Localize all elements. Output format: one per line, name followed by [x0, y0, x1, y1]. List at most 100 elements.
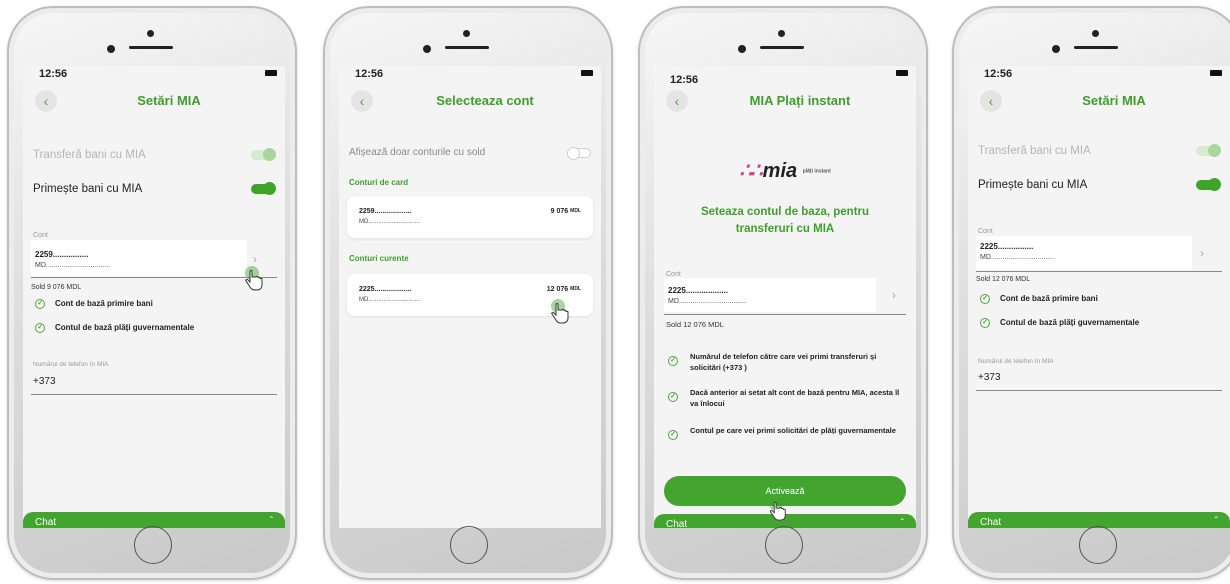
account-label: Cont	[666, 271, 681, 278]
toggle-row-receive: Primește bani cu MIA	[33, 180, 276, 200]
account-number: 2225...................	[668, 286, 729, 295]
check-circle-icon: ✓	[35, 299, 45, 309]
mia-logo: ∴∴ mia plăți instant	[654, 158, 916, 183]
check-row: ✓ Cont de bază primire bani	[35, 299, 153, 309]
hand-pointer-icon	[245, 266, 263, 291]
phone-frame-3: 12:56 ‹ MIA Plați instant ∴∴ mia plăți in…	[638, 6, 928, 580]
account-number: 2225...................	[359, 286, 412, 293]
sensor	[107, 45, 115, 53]
info-text: Dacă anterior ai setat alt cont de bază …	[690, 388, 900, 408]
check-row: ✓ Contul de bază plăți guvernamentale	[980, 318, 1139, 328]
check-circle-icon: ✓	[980, 294, 990, 304]
back-button[interactable]: ‹	[35, 90, 57, 112]
phone-underline	[31, 394, 277, 395]
check-row: ✓ Contul de bază plăți guvernamentale	[35, 323, 194, 333]
phone-label: Numărul de telefon în MIA	[978, 358, 1054, 365]
check-label: Contul de bază plăți guvernamentale	[55, 323, 195, 333]
section-card-accounts: Conturi de card	[349, 178, 409, 187]
check-circle-icon: ✓	[35, 323, 45, 333]
account-md: MD...............................	[359, 219, 421, 225]
front-camera	[147, 30, 154, 37]
phone-frame-2: 12:56 ‹ Selecteaza cont Afișează doar co…	[323, 6, 613, 580]
account-number: 2259...................	[359, 208, 412, 215]
back-button[interactable]: ‹	[666, 90, 688, 112]
logo-subtitle: plăți instant	[802, 168, 831, 175]
account-card[interactable]: 2259................... MD..............…	[347, 196, 593, 238]
check-label: Contul de bază plăți guvernamentale	[1000, 318, 1140, 328]
balance-value: 9 076	[550, 208, 569, 215]
transfer-toggle[interactable]	[1196, 144, 1221, 157]
toggle-knob	[263, 182, 276, 195]
status-time: 12:56	[670, 74, 699, 86]
phone-field[interactable]: +373	[33, 376, 56, 387]
chevron-right-icon[interactable]: ›	[1200, 246, 1204, 260]
chevron-up-icon: ˆ	[900, 518, 904, 528]
home-button[interactable]	[1079, 526, 1117, 564]
battery-icon	[581, 70, 593, 76]
account-balance: Sold 12 076 MDL	[976, 276, 1031, 283]
info-text: Numărul de telefon către care vei primi …	[690, 352, 877, 372]
sensor	[738, 45, 746, 53]
toggle-row-receive: Primește bani cu MIA	[978, 176, 1221, 196]
back-button[interactable]: ‹	[351, 90, 373, 112]
info-row: ✓ Numărul de telefon către care vei primi…	[668, 352, 904, 374]
check-circle-icon: ✓	[668, 392, 678, 402]
check-label: Cont de bază primire bani	[1000, 294, 1098, 304]
screen-mia-plati-instant: 12:56 ‹ MIA Plați instant ∴∴ mia plăți in…	[654, 66, 916, 528]
balance-currency: MDL	[570, 208, 581, 214]
account-balance: Sold 9 076 MDL	[31, 284, 82, 291]
page-title: Setări MIA	[137, 93, 201, 108]
speaker-grille	[760, 46, 804, 49]
screen-selecteaza-cont: 12:56 ‹ Selecteaza cont Afișează doar co…	[339, 66, 601, 528]
status-time: 12:56	[39, 68, 68, 80]
home-button[interactable]	[134, 526, 172, 564]
sensor	[423, 45, 431, 53]
headline: Seteaza contul de baza, pentru transferu…	[700, 206, 870, 235]
chevron-up-icon: ˆ	[1214, 516, 1218, 527]
account-underline	[976, 271, 1222, 272]
phone-frame-1: 12:56 ‹ Setări MIA Transferă bani cu MIA…	[7, 6, 297, 580]
toggle-row-filter: Afișează doar conturile cu sold	[349, 144, 591, 164]
phone-field[interactable]: +373	[978, 372, 1001, 383]
account-underline	[664, 314, 906, 315]
toggle-knob	[1208, 144, 1221, 157]
account-selector[interactable]	[664, 278, 876, 312]
info-row: ✓ Contul pe care vei primi solicitări de …	[668, 426, 904, 440]
account-label: Cont	[33, 232, 48, 239]
front-camera	[463, 30, 470, 37]
home-button[interactable]	[765, 526, 803, 564]
chat-label: Chat	[35, 517, 57, 528]
receive-toggle[interactable]	[1196, 178, 1221, 191]
front-camera	[778, 30, 785, 37]
toggle-label: Primește bani cu MIA	[978, 179, 1088, 191]
account-md: MD.................................	[980, 254, 1056, 261]
transfer-toggle[interactable]	[251, 148, 276, 161]
toggle-row-transfer: Transferă bani cu MIA	[978, 142, 1221, 162]
receive-toggle[interactable]	[251, 182, 276, 195]
chat-label: Chat	[666, 519, 688, 528]
check-row: ✓ Cont de bază primire bani	[980, 294, 1098, 304]
back-button[interactable]: ‹	[980, 90, 1002, 112]
chevron-right-icon[interactable]: ›	[253, 252, 257, 266]
toggle-label: Transferă bani cu MIA	[33, 149, 146, 161]
speaker-grille	[1074, 46, 1118, 49]
logo-dots: ∴∴	[739, 160, 762, 182]
balance-currency: MDL	[570, 286, 581, 292]
filter-toggle[interactable]	[567, 147, 591, 160]
home-button[interactable]	[450, 526, 488, 564]
toggle-label: Primește bani cu MIA	[33, 183, 143, 195]
check-label: Cont de bază primire bani	[55, 299, 153, 309]
account-md: MD...................................	[668, 298, 747, 305]
check-circle-icon: ✓	[668, 356, 678, 366]
status-time: 12:56	[355, 68, 384, 80]
phone-label: Numărul de telefon în MIA	[33, 361, 109, 368]
screen-setari-mia: 12:56 ‹ Setări MIA Transferă bani cu MIA…	[23, 66, 285, 528]
info-row: ✓ Dacă anterior ai setat alt cont de bază…	[668, 388, 904, 410]
battery-icon	[896, 70, 908, 76]
toggle-row-transfer: Transferă bani cu MIA	[33, 146, 276, 166]
hand-pointer-icon	[551, 299, 569, 324]
account-label: Cont	[978, 228, 993, 235]
check-circle-icon: ✓	[980, 318, 990, 328]
sensor	[1052, 45, 1060, 53]
chevron-right-icon[interactable]: ›	[892, 288, 896, 302]
